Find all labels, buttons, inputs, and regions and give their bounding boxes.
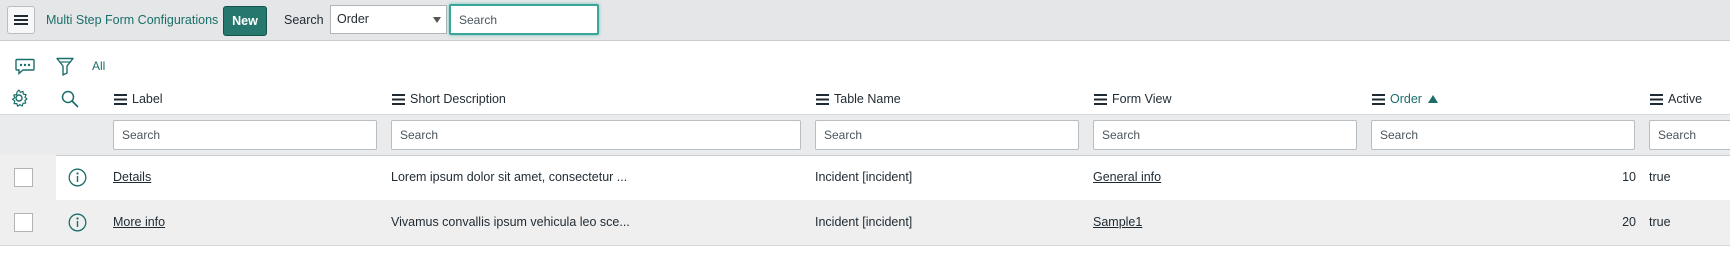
column-header-order[interactable]: Order: [1372, 92, 1438, 106]
short-description-cell: Lorem ipsum dolor sit amet, consectetur …: [391, 170, 628, 184]
short-description-filter-input[interactable]: [391, 120, 801, 150]
column-menu-icon: [1372, 93, 1385, 105]
column-header-form-view[interactable]: Form View: [1094, 92, 1172, 106]
table-name-filter-input[interactable]: [815, 120, 1079, 150]
sort-ascending-icon: [1427, 95, 1438, 103]
column-menu-icon: [1650, 93, 1663, 105]
order-cell: 10: [1622, 170, 1636, 184]
active-cell: true: [1649, 170, 1671, 184]
table-name-cell: Incident [incident]: [815, 170, 913, 184]
label-link[interactable]: More info: [113, 215, 165, 229]
list-context-menu-button[interactable]: [7, 6, 35, 34]
column-header-text: Order: [1390, 92, 1422, 106]
info-icon[interactable]: [68, 213, 87, 232]
search-field-select[interactable]: Order: [330, 5, 447, 34]
search-input[interactable]: [449, 4, 599, 35]
column-header-text: Label: [132, 92, 163, 106]
column-menu-icon: [392, 93, 405, 105]
column-header-table-name[interactable]: Table Name: [816, 92, 901, 106]
column-header-active[interactable]: Active: [1650, 92, 1702, 106]
table-name-cell: Incident [incident]: [815, 215, 913, 229]
search-field-selected-value: Order: [337, 12, 369, 26]
active-cell: true: [1649, 215, 1671, 229]
funnel-icon[interactable]: [56, 57, 74, 76]
column-header-text: Table Name: [834, 92, 901, 106]
column-header-short-description[interactable]: Short Description: [392, 92, 506, 106]
gear-icon[interactable]: [10, 89, 28, 107]
column-menu-icon: [816, 93, 829, 105]
chevron-down-icon: [433, 17, 441, 23]
row-checkbox[interactable]: [14, 168, 33, 187]
active-filter-input[interactable]: [1649, 120, 1730, 150]
page-title[interactable]: Multi Step Form Configurations: [46, 13, 218, 27]
column-header-label[interactable]: Label: [114, 92, 163, 106]
label-filter-input[interactable]: [113, 120, 377, 150]
column-header-text: Active: [1668, 92, 1703, 106]
form-view-link[interactable]: Sample1: [1093, 215, 1142, 229]
new-button[interactable]: New: [223, 6, 267, 36]
search-label: Search: [284, 13, 324, 27]
info-icon[interactable]: [68, 168, 87, 187]
order-filter-input[interactable]: [1371, 120, 1635, 150]
row-checkbox[interactable]: [14, 213, 33, 232]
column-header-text: Short Description: [410, 92, 506, 106]
breadcrumb-all[interactable]: All: [92, 59, 105, 73]
short-description-cell: Vivamus convallis ipsum vehicula leo sce…: [391, 215, 630, 229]
form-view-filter-input[interactable]: [1093, 120, 1357, 150]
column-header-text: Form View: [1112, 92, 1172, 106]
hamburger-icon: [14, 15, 28, 25]
form-view-link[interactable]: General info: [1093, 170, 1161, 184]
column-menu-icon: [114, 93, 127, 105]
search-icon[interactable]: [61, 90, 79, 108]
comments-icon[interactable]: [15, 58, 35, 75]
order-cell: 20: [1622, 215, 1636, 229]
label-link[interactable]: Details: [113, 170, 151, 184]
column-menu-icon: [1094, 93, 1107, 105]
